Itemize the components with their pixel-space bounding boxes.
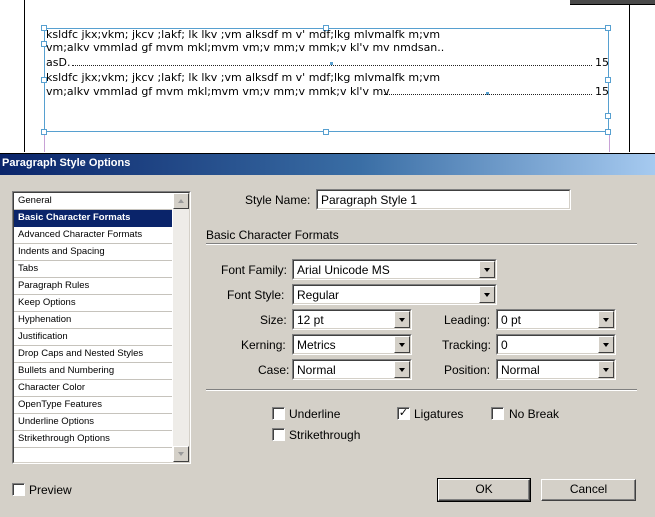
category-item-tabs[interactable]: Tabs [14, 261, 172, 278]
text-line: vm;alkv vmmlad gf mvm mkl;mvm vm;v mm;v … [46, 41, 445, 54]
page-edge-left [24, 0, 25, 152]
frame-handle-bottom-right[interactable] [605, 129, 611, 135]
strikethrough-label: Strikethrough [289, 428, 361, 442]
category-item-drop-caps-and-nested-styles[interactable]: Drop Caps and Nested Styles [14, 346, 172, 363]
arrow-up-icon [178, 199, 184, 203]
category-item-bullets-and-numbering[interactable]: Bullets and Numbering [14, 363, 172, 380]
kerning-combo[interactable]: Metrics [292, 334, 412, 355]
tracking-combo[interactable]: 0 [496, 334, 616, 355]
position-label: Position: [444, 363, 491, 377]
dialog-title: Paragraph Style Options [2, 157, 131, 169]
chevron-down-icon[interactable] [598, 361, 614, 378]
size-combo[interactable]: 12 pt [292, 309, 412, 330]
frame-handle-bottom-center[interactable] [323, 129, 329, 135]
ligatures-label: Ligatures [414, 407, 464, 421]
font-family-label: Font Family: [221, 263, 288, 277]
category-item-general[interactable]: General [14, 193, 172, 210]
toc-entry-line: vm;alkv vmmlad gf mvm mkl;mvm vm;v mm;v … [46, 85, 609, 98]
ligatures-checkbox[interactable]: ✓ [397, 407, 410, 420]
category-list[interactable]: General Basic Character Formats Advanced… [12, 191, 191, 464]
case-select[interactable]: Normal [292, 359, 412, 380]
column-guide-right [609, 132, 610, 152]
chevron-down-icon[interactable] [598, 336, 614, 353]
category-item-paragraph-rules[interactable]: Paragraph Rules [14, 278, 172, 295]
category-item-strikethrough-options[interactable]: Strikethrough Options [14, 431, 172, 448]
arrow-down-icon [178, 452, 184, 456]
underline-checkbox[interactable] [272, 407, 285, 420]
check-icon: ✓ [398, 407, 409, 419]
leading-combo[interactable]: 0 pt [496, 309, 616, 330]
text-line: ksldfc jkx;vkm; jkcv ;lakf; lk lkv ;vm a… [46, 71, 441, 84]
category-item-keep-options[interactable]: Keep Options [14, 295, 172, 312]
font-style-label: Font Style: [227, 288, 285, 302]
category-list-scrollbar[interactable] [173, 193, 189, 462]
category-item-opentype-features[interactable]: OpenType Features [14, 397, 172, 414]
chevron-down-icon[interactable] [394, 361, 410, 378]
chevron-down-icon[interactable] [479, 286, 495, 303]
paragraph-style-options-dialog: Paragraph Style Options General Basic Ch… [0, 153, 655, 517]
category-item-hyphenation[interactable]: Hyphenation [14, 312, 172, 329]
column-guide-left [44, 132, 45, 152]
cancel-button[interactable]: Cancel [541, 479, 636, 501]
options-divider [206, 389, 637, 391]
underline-label: Underline [289, 407, 341, 421]
leading-label: Leading: [444, 313, 491, 327]
page-edge-right [629, 0, 630, 152]
category-item-basic-character-formats[interactable]: Basic Character Formats [14, 210, 172, 227]
no-break-checkbox[interactable] [491, 407, 504, 420]
style-name-label: Style Name: [245, 193, 311, 207]
pasteboard-line [570, 4, 655, 5]
category-item-character-color[interactable]: Character Color [14, 380, 172, 397]
chevron-down-icon[interactable] [598, 311, 614, 328]
tracking-label: Tracking: [442, 338, 491, 352]
font-family-select[interactable]: Arial Unicode MS [292, 259, 497, 280]
category-item-indents-and-spacing[interactable]: Indents and Spacing [14, 244, 172, 261]
chevron-down-icon[interactable] [394, 336, 410, 353]
preview-label: Preview [29, 483, 72, 497]
tab-leader [72, 65, 592, 66]
frame-handle-bottom-left[interactable] [41, 129, 47, 135]
text-line: ksldfc jkx;vkm; jkcv ;lakf; lk lkv ;vm a… [46, 28, 441, 41]
page-number: 15 [595, 56, 609, 69]
toc-entry-line: asD. 15 [46, 56, 609, 69]
style-name-input[interactable]: Paragraph Style 1 [316, 189, 571, 210]
no-break-label: No Break [509, 407, 560, 421]
scroll-down-button[interactable] [173, 446, 189, 462]
section-title: Basic Character Formats [206, 228, 339, 242]
case-label: Case: [258, 363, 290, 377]
section-divider [206, 243, 637, 245]
size-label: Size: [260, 313, 287, 327]
strikethrough-checkbox[interactable] [272, 428, 285, 441]
preview-checkbox[interactable] [12, 483, 25, 496]
chevron-down-icon[interactable] [394, 311, 410, 328]
frame-handle-out-port[interactable] [605, 113, 611, 119]
category-item-justification[interactable]: Justification [14, 329, 172, 346]
document-canvas[interactable]: ksldfc jkx;vkm; jkcv ;lakf; lk lkv ;vm a… [0, 0, 655, 152]
font-style-select[interactable]: Regular [292, 284, 497, 305]
dialog-titlebar[interactable]: Paragraph Style Options [0, 154, 655, 175]
kerning-label: Kerning: [241, 338, 286, 352]
category-item-underline-options[interactable]: Underline Options [14, 414, 172, 431]
ok-button[interactable]: OK [437, 478, 531, 502]
category-item-advanced-character-formats[interactable]: Advanced Character Formats [14, 227, 172, 244]
position-select[interactable]: Normal [496, 359, 616, 380]
chevron-down-icon[interactable] [479, 261, 495, 278]
tab-leader [384, 94, 592, 95]
page-number: 15 [595, 85, 609, 98]
scroll-up-button[interactable] [173, 193, 189, 209]
